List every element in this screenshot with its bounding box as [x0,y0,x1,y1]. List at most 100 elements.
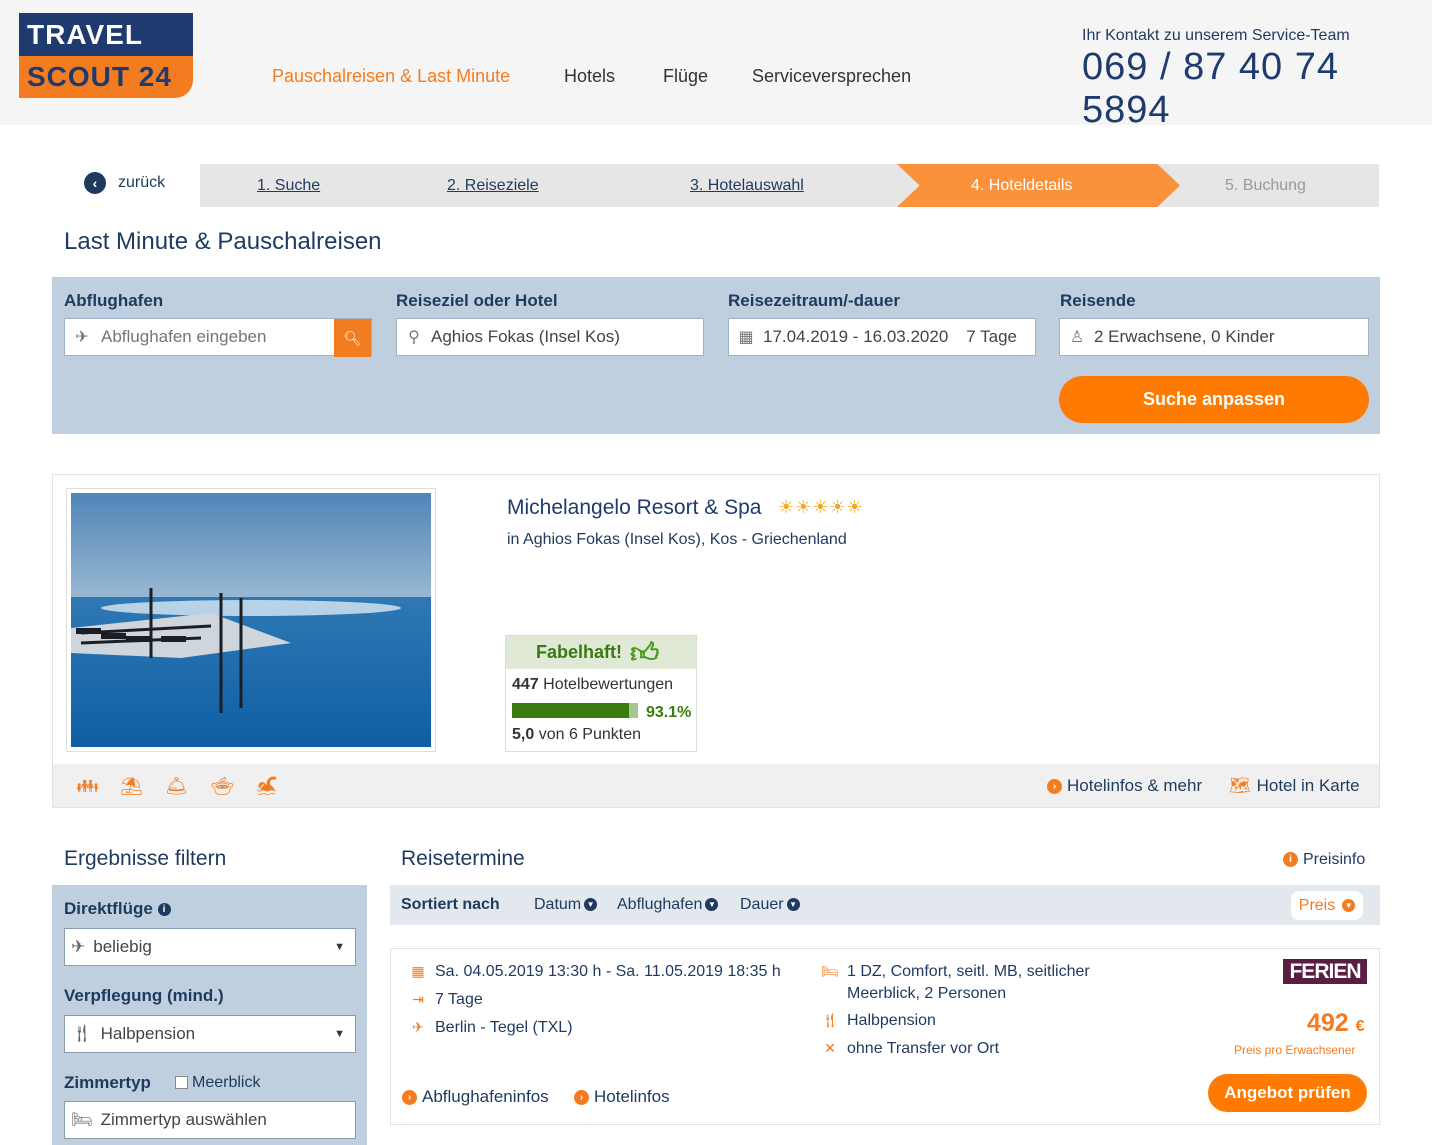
contact-phone[interactable]: 069 / 87 40 74 5894 [1082,46,1432,132]
offer-price: 492 € [1307,1009,1365,1038]
dropdown-arrow-icon: ▼ [334,1028,345,1040]
board-label: Verpflegung (mind.) [64,986,224,1005]
back-button[interactable]: ‹ zurück [84,172,165,194]
review-label: Hotelbewertungen [543,676,674,693]
service-bell-icon: 🛎︎ [165,776,188,796]
chevron-right-icon: › [574,1090,589,1106]
airport-input[interactable] [99,326,333,348]
hotel-image [71,493,431,747]
sort-dauer-label: Dauer [740,896,784,913]
operator-logo: FERIEN [1283,959,1367,984]
direct-flights-value: beliebig [93,937,152,956]
check-offer-button[interactable]: Angebot prüfen [1208,1074,1367,1112]
star-rating-icon: ☀☀☀☀☀ [778,497,864,517]
chevron-down-icon: ▼ [786,898,800,912]
offer-board: 🍴︎ Halbpension [821,1012,936,1030]
plane-icon: ✈ [412,1019,424,1035]
hotel-info-link[interactable]: › Hotelinfos & mehr [1047,776,1202,796]
duration-icon: ⇥ [412,991,424,1007]
period-field[interactable]: ▦ 17.04.2019 - 16.03.2020 7 Tage [728,318,1036,356]
price-info-label: Preisinfo [1303,851,1366,868]
room-type-field[interactable]: 🛏︎ Zimmertyp auswählen [64,1101,356,1139]
step-hotelauswahl[interactable]: 3. Hotelauswahl [690,177,804,195]
offer-route: ✈ Berlin - Tegel (TXL) [409,1019,573,1037]
rating-box[interactable]: Fabelhaft! 👍︎ 447 Hotelbewertungen 93.1%… [505,635,697,752]
calendar-icon: ▦ [411,963,425,979]
sort-preis[interactable]: Preis ▼ [1291,891,1363,920]
contact-label: Ihr Kontakt zu unserem Service-Team [1082,27,1350,44]
board-select[interactable]: 🍴︎ Halbpension ▼ [64,1015,356,1053]
destination-label: Reiseziel oder Hotel [396,291,558,310]
duration-value: 7 Tage [966,327,1018,346]
nav-hotels[interactable]: Hotels [564,66,615,87]
score-line: 5,0 von 6 Punkten [512,726,641,744]
travelers-field[interactable]: ♙ 2 Erwachsene, 0 Kinder [1059,318,1369,356]
recommend-bar [512,703,638,718]
step-suche[interactable]: 1. Suche [257,177,320,195]
rating-head: Fabelhaft! 👍︎ [506,636,696,669]
step-reiseziele[interactable]: 2. Reiseziele [447,177,539,195]
destination-field[interactable]: ⚲ Aghios Fokas (Insel Kos) [396,318,704,356]
recommend-percent: 93.1% [646,704,692,721]
nav-serviceversprechen[interactable]: Serviceversprechen [752,66,911,87]
offer-dates: ▦ Sa. 04.05.2019 13:30 h - Sa. 11.05.2019… [409,963,781,981]
sort-abflughafen[interactable]: Abflughafen ▼ [617,896,719,914]
logo-line-2: SCOUT 24 [19,56,193,98]
airport-label: Abflughafen [64,291,164,310]
airport-info-link[interactable]: › Abflughafeninfos [402,1087,549,1107]
info-icon[interactable]: i [157,903,171,917]
recommend-bar-fill [512,703,630,718]
hotel-name[interactable]: Michelangelo Resort & Spa [507,496,761,520]
offer-dates-text: Sa. 04.05.2019 13:30 h - Sa. 11.05.2019 … [435,963,781,980]
logo-line-1: TRAVEL [19,13,193,56]
offer-room-line-2: Meerblick, 2 Personen [847,985,1007,1002]
nav-fluege[interactable]: Flüge [663,66,708,87]
checkbox-icon [175,1076,188,1090]
step-hoteldetails: 4. Hoteldetails [897,164,1180,207]
dropdown-arrow-icon: ▼ [334,941,345,953]
offer-price-value: 492 [1307,1009,1349,1037]
nav-pauschalreisen[interactable]: Pauschalreisen & Last Minute [272,66,510,87]
sort-datum-label: Datum [534,896,582,913]
hotel-map-link[interactable]: 🗺︎ Hotel in Karte [1229,776,1360,796]
sort-preis-label: Preis [1298,896,1336,914]
step-hoteldetails-label: 4. Hoteldetails [971,177,1073,194]
hotel-map-label: Hotel in Karte [1256,776,1360,795]
plane-icon: ✈ [75,329,89,346]
plane-icon: ✈ [71,937,86,956]
airport-field[interactable]: ✈ 🔍︎ [64,318,372,357]
period-value: 17.04.2019 - 16.03.2020 [763,327,949,346]
price-info-link[interactable]: i Preisinfo [1283,851,1365,869]
search-panel: Abflughafen ✈ 🔍︎ Reiseziel oder Hotel ⚲ … [52,277,1380,434]
airport-info-label: Abflughafeninfos [422,1087,549,1106]
sort-dauer[interactable]: Dauer ▼ [740,896,800,914]
score-value: 5,0 [512,726,535,743]
site-header: TRAVEL SCOUT 24 Pauschalreisen & Last Mi… [0,0,1432,131]
offer-card: ▦ Sa. 04.05.2019 13:30 h - Sa. 11.05.2019… [390,948,1380,1125]
sort-datum[interactable]: Datum ▼ [534,896,598,914]
offer-room-line-1: 1 DZ, Comfort, seitl. MB, seitlicher [847,963,1090,980]
offer-room: 🛏︎ 1 DZ, Comfort, seitl. MB, seitlicher [821,963,1090,981]
offer-duration: ⇥ 7 Tage [409,991,483,1009]
offer-hotel-info-link[interactable]: › Hotelinfos [574,1087,670,1107]
travelers-label: Reisende [1060,291,1136,310]
airport-search-button[interactable]: 🔍︎ [334,319,371,357]
room-type-placeholder: Zimmertyp auswählen [100,1110,267,1129]
direct-flights-select[interactable]: ✈ beliebig ▼ [64,928,356,966]
offer-transfer-text: ohne Transfer vor Ort [847,1040,1000,1057]
offer-route-text: Berlin - Tegel (TXL) [435,1019,573,1036]
filter-title: Ergebnisse filtern [64,847,227,870]
travelscout-logo[interactable]: TRAVEL SCOUT 24 [19,13,193,98]
score-label: von 6 Punkten [538,726,641,743]
sort-bar: Sortiert nach Datum ▼ Abflughafen ▼ Dauer ▼… [390,885,1380,925]
page-title: Last Minute & Pauschalreisen [64,228,382,255]
thumbs-up-icon: 👍︎ [630,636,660,668]
adjust-search-button[interactable]: Suche anpassen [1059,376,1369,423]
chevron-down-icon: ▼ [584,898,598,912]
board-value: Halbpension [100,1024,196,1043]
hotel-photo[interactable] [66,488,436,752]
seaview-checkbox[interactable]: Meerblick [175,1074,260,1092]
rating-label: Fabelhaft! [536,642,623,662]
dining-icon: 🍲︎ [211,776,234,796]
review-count-line: 447 Hotelbewertungen [512,676,673,694]
